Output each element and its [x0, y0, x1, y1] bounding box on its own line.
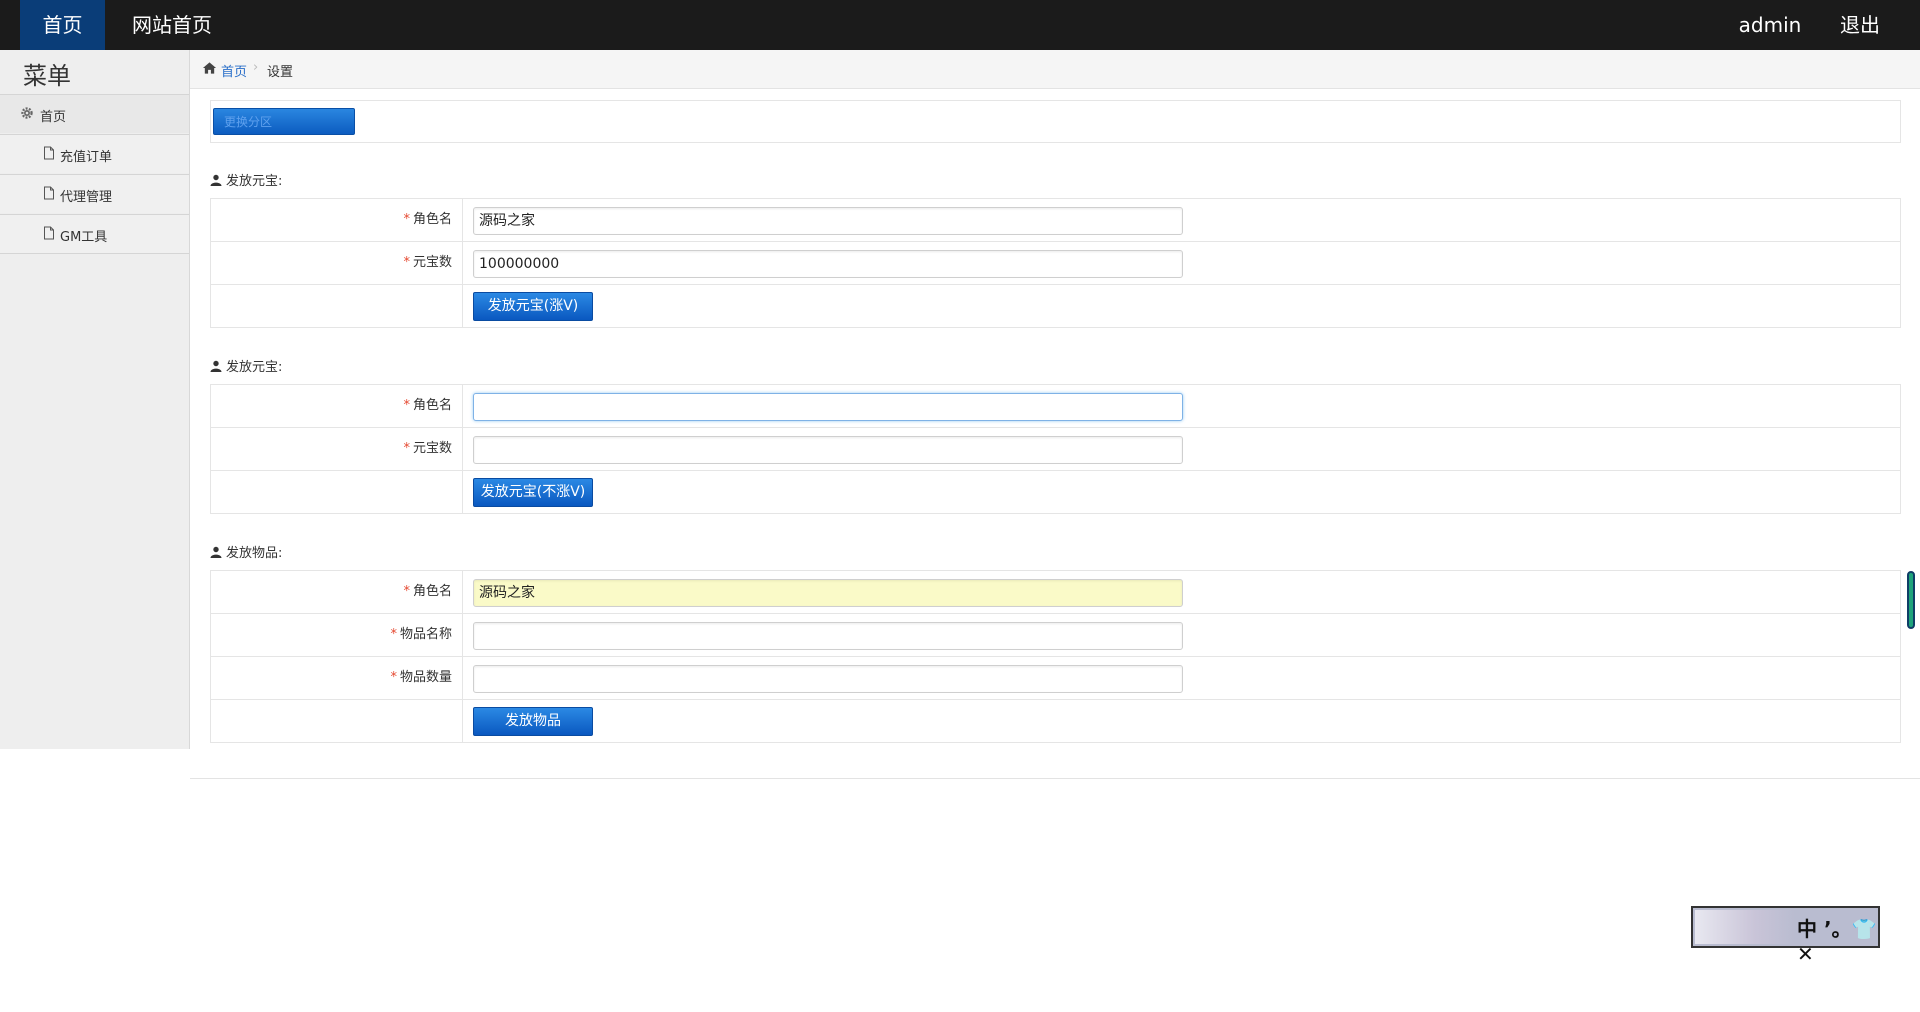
form-row: * 元宝数 100000000 — [211, 242, 1900, 285]
section-title: 发放元宝: — [210, 170, 282, 189]
form-row: * 物品名称 — [211, 614, 1900, 657]
sidebar-item-label: 充值订单 — [60, 150, 113, 165]
form-ingot-grant-vip: * 角色名 源码之家 * 元宝数 100000000 发放元宝(涨V) — [210, 198, 1901, 328]
sidebar-item-label: 代理管理 — [60, 190, 113, 205]
form-row: * 角色名 — [211, 385, 1900, 428]
section-title-text: 发放物品: — [226, 546, 283, 561]
required-mark: * — [403, 255, 410, 270]
top-nav-bar: 首页 网站首页 admin 退出 — [0, 0, 1920, 50]
field-label-text: 角色名 — [412, 584, 452, 599]
user-icon — [210, 174, 222, 186]
sidebar-title: 菜单 — [23, 62, 71, 90]
sidebar-item-label: 首页 — [40, 110, 67, 125]
grant-ingot-vip-button[interactable]: 发放元宝(涨V) — [473, 292, 593, 321]
user-icon — [210, 360, 222, 372]
field-label — [211, 285, 463, 327]
form-row: * 角色名 源码之家 — [211, 199, 1900, 242]
form-item-grant: * 角色名 源码之家 * 物品名称 * 物品数量 发放物品 — [210, 570, 1901, 743]
item-name-input[interactable] — [473, 622, 1183, 650]
sidebar-item-recharge-orders[interactable]: 充值订单 — [0, 134, 189, 173]
required-mark: * — [403, 441, 410, 456]
nav-home-link[interactable]: 首页 — [20, 0, 105, 50]
field-label-text: 物品名称 — [399, 627, 452, 642]
ingot-amount-input[interactable] — [473, 436, 1183, 464]
field-label: * 角色名 — [211, 571, 463, 613]
field-label-text: 物品数量 — [399, 670, 452, 685]
home-icon — [202, 62, 217, 74]
change-zone-button[interactable]: 更换分区 — [213, 108, 355, 135]
file-icon — [44, 186, 54, 200]
grant-ingot-no-vip-button[interactable]: 发放元宝(不涨V) — [473, 478, 593, 507]
divider — [190, 778, 1920, 779]
field-label: * 角色名 — [211, 385, 463, 427]
form-row: * 元宝数 — [211, 428, 1900, 471]
breadcrumb-current: 设置 — [267, 65, 294, 80]
form-ingot-grant-no-vip: * 角色名 * 元宝数 发放元宝(不涨V) — [210, 384, 1901, 514]
nav-site-home-link[interactable]: 网站首页 — [120, 0, 224, 50]
required-mark: * — [403, 584, 410, 599]
field-label: * 角色名 — [211, 199, 463, 241]
role-name-input[interactable] — [473, 393, 1183, 421]
required-mark: * — [403, 212, 410, 227]
ime-status-text[interactable]: 中 ’。👕 ✕ — [1797, 913, 1878, 966]
section-title: 发放物品: — [210, 542, 282, 561]
sidebar-item-gm-tools[interactable]: GM工具 — [0, 214, 189, 254]
form-row: 发放物品 — [211, 700, 1900, 742]
form-row: 发放元宝(不涨V) — [211, 471, 1900, 513]
field-label-text: 元宝数 — [412, 441, 452, 456]
scroll-handle[interactable] — [1907, 571, 1915, 629]
field-label: * 物品数量 — [211, 657, 463, 699]
field-label: * 元宝数 — [211, 242, 463, 284]
breadcrumb-separator: › — [253, 60, 259, 75]
required-mark: * — [390, 670, 397, 685]
required-mark: * — [390, 627, 397, 642]
required-mark: * — [403, 398, 410, 413]
field-label: * 元宝数 — [211, 428, 463, 470]
field-label-text: 元宝数 — [412, 255, 452, 270]
field-label-text: 角色名 — [412, 398, 452, 413]
file-icon — [44, 226, 54, 240]
section-title-text: 发放元宝: — [226, 360, 283, 375]
breadcrumb-home-link[interactable]: 首页 — [221, 61, 247, 80]
user-icon — [210, 546, 222, 558]
user-name-link[interactable]: admin — [1730, 0, 1810, 50]
form-row: 发放元宝(涨V) — [211, 285, 1900, 327]
zone-switch-panel: 更换分区 — [210, 100, 1901, 143]
form-row: * 角色名 源码之家 — [211, 571, 1900, 614]
role-name-input[interactable]: 源码之家 — [473, 207, 1183, 235]
file-icon — [44, 146, 54, 160]
sidebar-item-label: GM工具 — [60, 230, 108, 245]
sidebar: 菜单 首页 充值订单 代理管理 GM工具 — [0, 50, 190, 749]
field-label — [211, 700, 463, 742]
section-title-text: 发放元宝: — [226, 174, 283, 189]
logout-link[interactable]: 退出 — [1830, 0, 1890, 50]
field-label: * 物品名称 — [211, 614, 463, 656]
section-title: 发放元宝: — [210, 356, 282, 375]
ime-avatar-image — [1695, 910, 1795, 944]
field-label — [211, 471, 463, 513]
ime-toolbar[interactable]: 中 ’。👕 ✕ — [1691, 906, 1880, 966]
field-label-text: 角色名 — [412, 212, 452, 227]
breadcrumb: 首页 › 设置 — [190, 50, 1920, 89]
item-quantity-input[interactable] — [473, 665, 1183, 693]
form-row: * 物品数量 — [211, 657, 1900, 700]
sidebar-item-home[interactable]: 首页 — [0, 94, 189, 133]
role-name-input[interactable]: 源码之家 — [473, 579, 1183, 607]
gear-icon — [21, 107, 33, 119]
sidebar-item-agent-management[interactable]: 代理管理 — [0, 174, 189, 213]
grant-item-button[interactable]: 发放物品 — [473, 707, 593, 736]
ingot-amount-input[interactable]: 100000000 — [473, 250, 1183, 278]
